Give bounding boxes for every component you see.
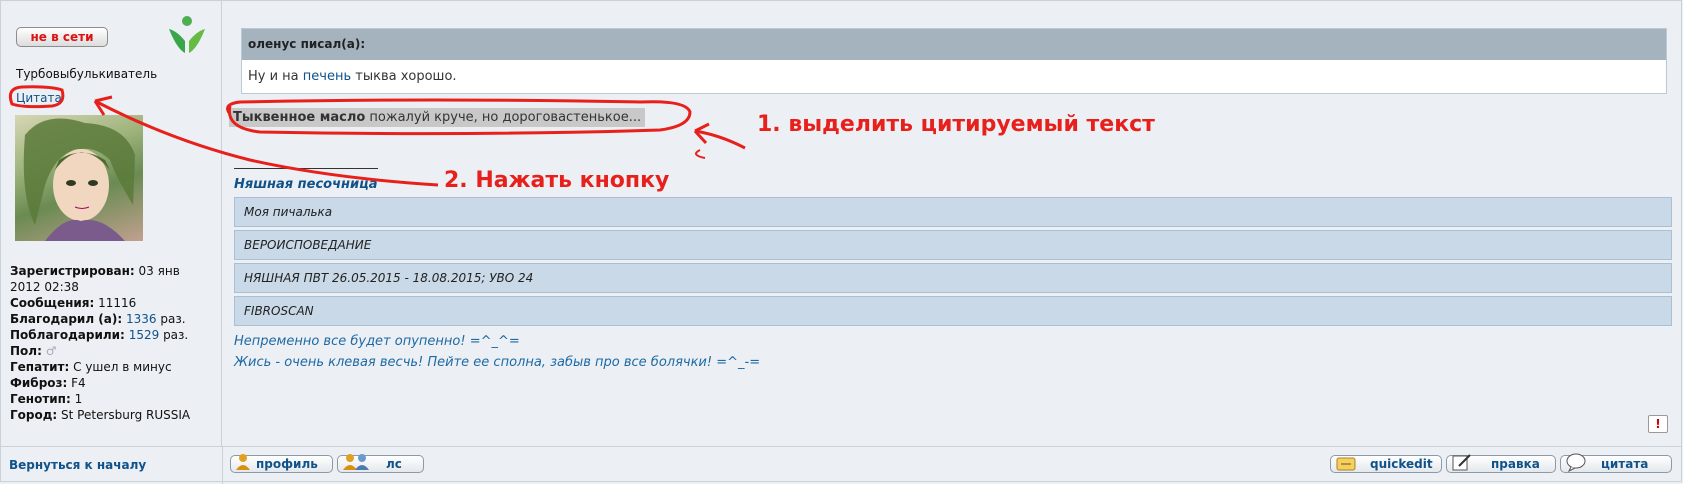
profile-details: Зарегистрирован: 03 янв 2012 02:38 Сообщ… [10, 263, 190, 423]
back-to-top-link[interactable]: Вернуться к началу [9, 458, 146, 472]
signature-line: Жись - очень клевая весчь! Пейте ее спол… [234, 355, 761, 370]
profile-row: Благодарил (а): 1336 раз. [10, 312, 186, 326]
person-logo-icon [169, 16, 205, 53]
signature-spoiler[interactable]: Моя пичалька [234, 197, 1672, 227]
quickedit-icon [1336, 457, 1356, 471]
profile-row: Зарегистрирован: 03 янв [10, 264, 180, 278]
profile-button[interactable]: профиль [230, 454, 333, 473]
quote-text: Ну и на печень тыква хорошо. [248, 69, 457, 84]
profile-row: Город: St Petersburg RUSSIA [10, 408, 191, 422]
signature-title: Няшная песочница [234, 177, 378, 192]
annotation-step-2: 2. Нажать кнопку [444, 168, 670, 193]
post-author-column: не в сети Турбовыбулькиватель Цитата Зар… [1, 1, 222, 446]
annotation-step-1: 1. выделить цитируемый текст [757, 112, 1155, 137]
avatar [15, 115, 143, 241]
user-icon [236, 454, 250, 470]
user-rank-title: Турбовыбулькиватель [16, 67, 158, 81]
quote-link[interactable]: Цитата [16, 91, 62, 105]
thanks-given-link[interactable]: 1336 [126, 312, 157, 326]
report-button[interactable]: ! [1648, 415, 1668, 433]
profile-row: Пол: ♂ [10, 344, 57, 358]
signature-spoiler[interactable]: ВЕРОИСПОВЕДАНИЕ [234, 230, 1672, 260]
quote-block: оленус писал(а): Ну и на печень тыква хо… [241, 28, 1667, 94]
users-icon [343, 454, 369, 470]
profile-row: Генотип: 1 [10, 392, 83, 406]
edit-icon [1452, 454, 1471, 471]
signature-divider [234, 168, 378, 169]
quickedit-button[interactable]: quickedit [1330, 455, 1442, 473]
private-message-button[interactable]: лс [337, 454, 424, 473]
selected-post-text[interactable]: Тыквенное масло пожалуй круче, но дорого… [229, 108, 646, 127]
profile-row: Поблагодарили: 1529 раз. [10, 328, 189, 342]
quote-keyword-link[interactable]: печень [303, 69, 351, 84]
thanks-received-link[interactable]: 1529 [129, 328, 160, 342]
signature-line: Непременно все будет опупенно! =^_^= [234, 334, 520, 349]
speech-bubble-icon [1566, 453, 1586, 472]
edit-button[interactable]: правка [1446, 454, 1556, 473]
signature-spoiler[interactable]: FIBROSCAN [234, 296, 1672, 326]
profile-row: Сообщения: 11116 [10, 296, 137, 310]
signature-spoiler[interactable]: НЯШНАЯ ПВТ 26.05.2015 - 18.08.2015; УВО … [234, 263, 1672, 293]
profile-row: Фиброз: F4 [10, 376, 86, 390]
quote-header: оленус писал(а): [242, 29, 1666, 60]
profile-row: 2012 02:38 [10, 280, 79, 294]
profile-row: Гепатит: С ушел в минус [10, 360, 172, 374]
quote-button[interactable]: цитата [1560, 453, 1672, 473]
offline-status-button[interactable]: не в сети [16, 27, 108, 47]
